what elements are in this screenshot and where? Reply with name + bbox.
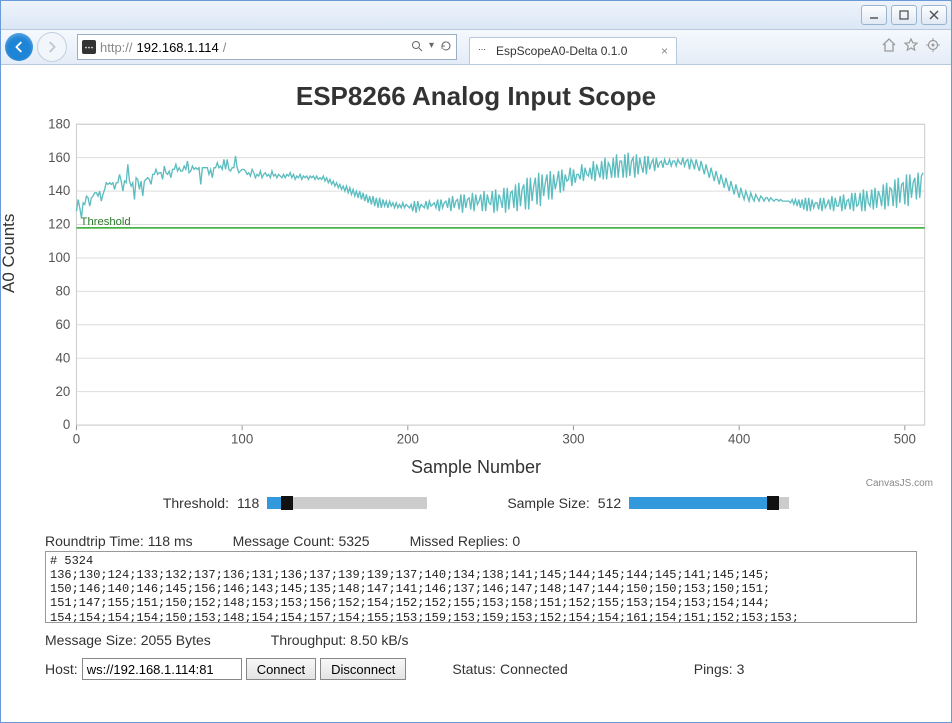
site-icon: ⋯ (82, 40, 96, 54)
host-input[interactable] (82, 658, 242, 680)
svg-text:80: 80 (56, 283, 71, 298)
threshold-label: Threshold: (163, 495, 229, 511)
favorites-icon[interactable] (903, 37, 919, 58)
message-size-unit: Bytes (176, 632, 211, 648)
x-axis-label: Sample Number (15, 457, 937, 478)
throughput-unit: kB/s (381, 632, 408, 648)
svg-text:0: 0 (73, 432, 80, 447)
y-axis-label: A0 Counts (1, 213, 19, 292)
home-icon[interactable] (881, 37, 897, 58)
svg-text:200: 200 (397, 432, 419, 447)
roundtrip-unit: ms (174, 533, 193, 549)
svg-text:120: 120 (48, 217, 70, 232)
window-minimize-button[interactable] (861, 5, 887, 25)
nav-forward-button[interactable] (37, 32, 67, 62)
connect-button[interactable]: Connect (246, 658, 316, 680)
tools-icon[interactable] (925, 37, 941, 58)
address-bar[interactable]: ⋯ http:// 192.168.1.114 / ▾ (77, 34, 457, 60)
window-maximize-button[interactable] (891, 5, 917, 25)
url-host: 192.168.1.114 (137, 40, 219, 55)
svg-text:0: 0 (63, 417, 70, 432)
tab-title: EspScopeA0-Delta 0.1.0 (496, 44, 627, 58)
throughput-value: 8.50 (350, 632, 377, 648)
page-title: ESP8266 Analog Input Scope (15, 81, 937, 112)
missed-replies-label: Missed Replies: (410, 533, 509, 549)
message-count-value: 5325 (338, 533, 369, 549)
nav-back-button[interactable] (5, 33, 33, 61)
window-close-button[interactable] (921, 5, 947, 25)
status-value: Connected (500, 661, 568, 677)
sample-size-label: Sample Size: (507, 495, 589, 511)
svg-text:40: 40 (56, 350, 71, 365)
status-label: Status: (452, 661, 496, 677)
svg-text:160: 160 (48, 150, 70, 165)
svg-text:400: 400 (728, 432, 750, 447)
browser-tab[interactable]: ⋯ EspScopeA0-Delta 0.1.0 × (469, 37, 677, 64)
message-count-label: Message Count: (233, 533, 335, 549)
roundtrip-value: 118 (148, 533, 170, 549)
svg-text:100: 100 (231, 432, 253, 447)
tab-icon: ⋯ (478, 45, 490, 57)
svg-text:60: 60 (56, 317, 71, 332)
log-textarea[interactable] (45, 551, 917, 623)
chart-plot: 0 20 40 60 80 100 120 140 160 180 0 100 200 300 400 500… (15, 116, 937, 456)
roundtrip-label: Roundtrip Time: (45, 533, 144, 549)
svg-text:500: 500 (894, 432, 916, 447)
sample-size-value: 512 (598, 495, 621, 511)
search-icon[interactable] (411, 40, 423, 55)
message-size-label: Message Size: (45, 632, 137, 648)
svg-text:180: 180 (48, 116, 70, 131)
url-prefix: http:// (100, 40, 133, 55)
tab-close-icon[interactable]: × (661, 44, 668, 58)
host-label: Host: (45, 661, 78, 677)
svg-text:20: 20 (56, 384, 71, 399)
sample-size-slider[interactable] (629, 497, 789, 509)
svg-text:Threshold: Threshold (81, 216, 131, 228)
pings-label: Pings: (694, 661, 733, 677)
dropdown-icon[interactable]: ▾ (429, 40, 434, 55)
refresh-icon[interactable] (440, 40, 452, 55)
svg-text:140: 140 (48, 183, 70, 198)
missed-replies-value: 0 (512, 533, 520, 549)
svg-text:300: 300 (562, 432, 584, 447)
threshold-value: 118 (237, 495, 259, 511)
throughput-label: Throughput: (271, 632, 347, 648)
canvasjs-credit[interactable]: CanvasJS.com (15, 478, 933, 489)
message-size-value: 2055 (141, 632, 172, 648)
pings-value: 3 (737, 661, 745, 677)
disconnect-button[interactable]: Disconnect (320, 658, 406, 680)
url-suffix: / (223, 40, 227, 55)
svg-text:100: 100 (48, 250, 70, 265)
threshold-slider[interactable] (267, 497, 427, 509)
